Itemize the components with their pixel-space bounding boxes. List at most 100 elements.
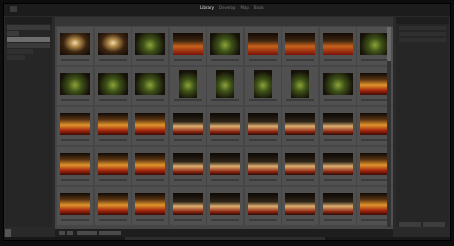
right-panel bbox=[396, 17, 449, 227]
thumbnail-caption bbox=[361, 139, 389, 141]
folder-row[interactable] bbox=[7, 25, 50, 30]
thumbnail-image bbox=[291, 70, 309, 98]
thumbnail-cell[interactable] bbox=[319, 107, 356, 145]
thumbnail-caption bbox=[98, 179, 127, 181]
thumbnail-cell[interactable] bbox=[319, 187, 356, 225]
panel-row[interactable] bbox=[399, 26, 446, 30]
panel-toggle[interactable] bbox=[5, 229, 11, 237]
folder-row[interactable] bbox=[7, 43, 50, 48]
thumbnail-cell[interactable] bbox=[207, 67, 243, 105]
thumbnail-cell[interactable] bbox=[132, 107, 168, 145]
thumbnail-cell[interactable] bbox=[169, 187, 206, 225]
thumbnail-cell[interactable] bbox=[319, 27, 356, 65]
grid-view-button[interactable] bbox=[59, 231, 65, 235]
thumbnail-caption bbox=[286, 99, 314, 101]
thumbnail-caption bbox=[136, 59, 164, 61]
thumbnail-image bbox=[210, 113, 240, 135]
thumbnail-cell[interactable] bbox=[132, 187, 168, 225]
thumbnail-caption bbox=[98, 59, 127, 61]
thumbnail-caption bbox=[98, 219, 127, 221]
thumbnail-cell[interactable] bbox=[207, 187, 243, 225]
histogram-header[interactable] bbox=[396, 17, 449, 24]
thumbnail-image bbox=[322, 153, 353, 175]
thumbnail-image bbox=[210, 193, 240, 215]
thumbnail-cell[interactable] bbox=[244, 27, 281, 65]
thumbnail-cell[interactable] bbox=[244, 147, 281, 185]
thumbnail-cell[interactable] bbox=[57, 27, 93, 65]
thumbnail-cell[interactable] bbox=[319, 147, 356, 185]
thumbnail-cell[interactable] bbox=[132, 67, 168, 105]
thumbnail-caption bbox=[361, 59, 389, 61]
thumbnail-image bbox=[360, 153, 390, 175]
thumbnail-image bbox=[322, 193, 353, 215]
thumbnail-image bbox=[322, 113, 353, 135]
sync-metadata-button[interactable] bbox=[399, 222, 421, 227]
sort-control[interactable] bbox=[77, 231, 97, 235]
thumbnail-cell[interactable] bbox=[132, 147, 168, 185]
thumbnail-cell[interactable] bbox=[282, 67, 318, 105]
thumbnail-cell[interactable] bbox=[282, 147, 318, 185]
panel-row[interactable] bbox=[399, 32, 446, 36]
thumbnail-image bbox=[360, 73, 390, 95]
thumbnail-image bbox=[216, 70, 234, 98]
thumbnail-cell[interactable] bbox=[94, 67, 131, 105]
folder-row[interactable] bbox=[7, 31, 19, 36]
thumbnail-size-slider[interactable] bbox=[99, 231, 121, 235]
panel-row[interactable] bbox=[399, 38, 446, 42]
thumbnail-cell[interactable] bbox=[94, 187, 131, 225]
app-logo-icon bbox=[10, 6, 17, 12]
thumbnail-image bbox=[97, 113, 128, 135]
thumbnail-cell[interactable] bbox=[282, 187, 318, 225]
thumbnail-cell[interactable] bbox=[244, 187, 281, 225]
thumbnail-cell[interactable] bbox=[94, 27, 131, 65]
thumbnail-caption bbox=[248, 219, 277, 221]
thumbnail-caption bbox=[136, 139, 164, 141]
thumbnail-cell[interactable] bbox=[94, 147, 131, 185]
navigator-header[interactable] bbox=[5, 17, 52, 24]
sync-settings-button[interactable] bbox=[423, 222, 445, 227]
thumbnail-cell[interactable] bbox=[244, 67, 281, 105]
thumbnail-image bbox=[135, 113, 165, 135]
thumbnail-caption bbox=[286, 59, 314, 61]
thumbnail-image bbox=[285, 33, 315, 55]
thumbnail-cell[interactable] bbox=[207, 27, 243, 65]
thumbnail-cell[interactable] bbox=[282, 27, 318, 65]
top-bar: Library Develop Map Book bbox=[4, 4, 450, 16]
thumbnail-cell[interactable] bbox=[94, 107, 131, 145]
thumbnail-caption bbox=[136, 219, 164, 221]
module-develop[interactable]: Develop bbox=[219, 5, 235, 10]
thumbnail-cell[interactable] bbox=[57, 67, 93, 105]
lightroom-window: Library Develop Map Book bbox=[3, 3, 451, 241]
thumbnail-image bbox=[247, 113, 278, 135]
thumbnail-cell[interactable] bbox=[169, 27, 206, 65]
thumbnail-cell[interactable] bbox=[57, 107, 93, 145]
thumbnail-cell[interactable] bbox=[169, 107, 206, 145]
thumbnail-cell[interactable] bbox=[244, 107, 281, 145]
module-book[interactable]: Book bbox=[254, 5, 264, 10]
module-library[interactable]: Library bbox=[200, 5, 214, 10]
scroll-thumb[interactable] bbox=[387, 27, 391, 61]
thumbnail-cell[interactable] bbox=[319, 67, 356, 105]
thumbnail-caption bbox=[173, 179, 202, 181]
thumbnail-cell[interactable] bbox=[57, 147, 93, 185]
thumbnail-cell[interactable] bbox=[207, 147, 243, 185]
grid-scrollbar[interactable] bbox=[387, 27, 391, 227]
thumbnail-cell[interactable] bbox=[282, 107, 318, 145]
thumbnail-cell[interactable] bbox=[57, 187, 93, 225]
filmstrip-bar[interactable] bbox=[4, 237, 450, 240]
thumbnail-image bbox=[172, 153, 203, 175]
filmstrip-grip[interactable] bbox=[125, 237, 325, 240]
thumbnail-caption bbox=[211, 139, 239, 141]
thumbnail-cell[interactable] bbox=[207, 107, 243, 145]
thumbnail-cell[interactable] bbox=[169, 147, 206, 185]
thumbnail-image bbox=[210, 33, 240, 55]
loupe-view-button[interactable] bbox=[67, 231, 73, 235]
module-map[interactable]: Map bbox=[240, 5, 248, 10]
folder-row-selected[interactable] bbox=[7, 37, 50, 42]
thumbnail-cell[interactable] bbox=[169, 67, 206, 105]
folder-row[interactable] bbox=[7, 49, 33, 54]
thumbnail-cell[interactable] bbox=[132, 27, 168, 65]
folder-row[interactable] bbox=[7, 55, 25, 60]
thumbnail-image bbox=[247, 33, 278, 55]
thumbnail-image bbox=[135, 73, 165, 95]
